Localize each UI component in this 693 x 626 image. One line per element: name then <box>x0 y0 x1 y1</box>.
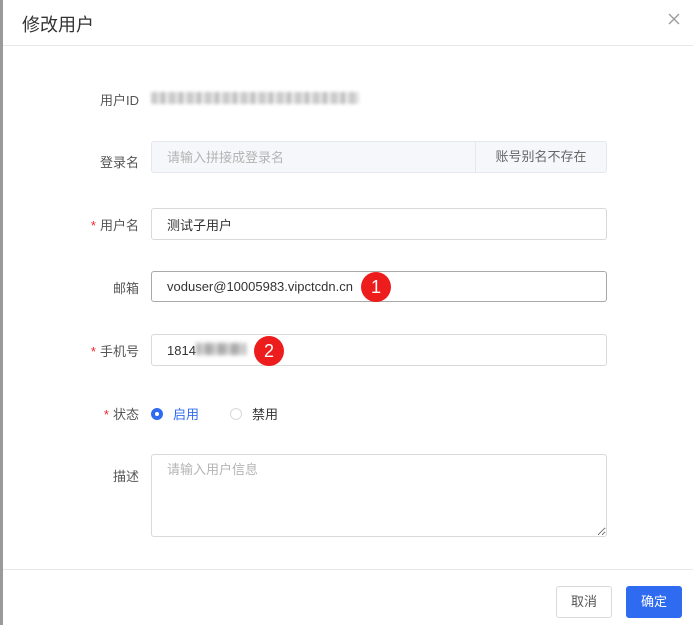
status-radio-enabled[interactable]: 启用 <box>151 404 199 423</box>
dialog-header: 修改用户 <box>3 0 693 46</box>
radio-checked-icon <box>151 407 163 420</box>
phone-value-blurred <box>196 343 246 355</box>
cancel-button[interactable]: 取消 <box>556 586 612 618</box>
dialog-title: 修改用户 <box>22 15 94 35</box>
login-name-label: 登录名 <box>99 155 139 170</box>
description-label: 描述 <box>112 469 139 484</box>
email-label: 邮箱 <box>112 281 139 296</box>
username-input[interactable] <box>151 208 607 240</box>
confirm-button[interactable]: 确定 <box>626 586 682 618</box>
user-id-value-blurred <box>151 92 359 104</box>
login-name-input[interactable] <box>151 141 477 173</box>
radio-unchecked-icon <box>230 407 242 420</box>
phone-label: * 手机号 <box>90 344 139 359</box>
username-label: * 用户名 <box>90 218 139 233</box>
description-textarea[interactable] <box>151 454 607 537</box>
status-label: * 状态 <box>103 407 139 422</box>
user-id-label: 用户ID <box>99 93 139 108</box>
edit-user-dialog: 修改用户 用户ID 登录名 账号别名不存在 *用户名 邮箱 1 *手机号 2 *… <box>3 0 693 625</box>
annotation-badge-1: 1 <box>361 272 391 302</box>
dialog-footer: 取消 确定 <box>3 569 693 626</box>
status-radio-disabled[interactable]: 禁用 <box>230 404 278 423</box>
login-name-addon: 账号别名不存在 <box>475 141 607 173</box>
close-icon[interactable] <box>667 12 681 26</box>
annotation-badge-2: 2 <box>254 336 284 366</box>
